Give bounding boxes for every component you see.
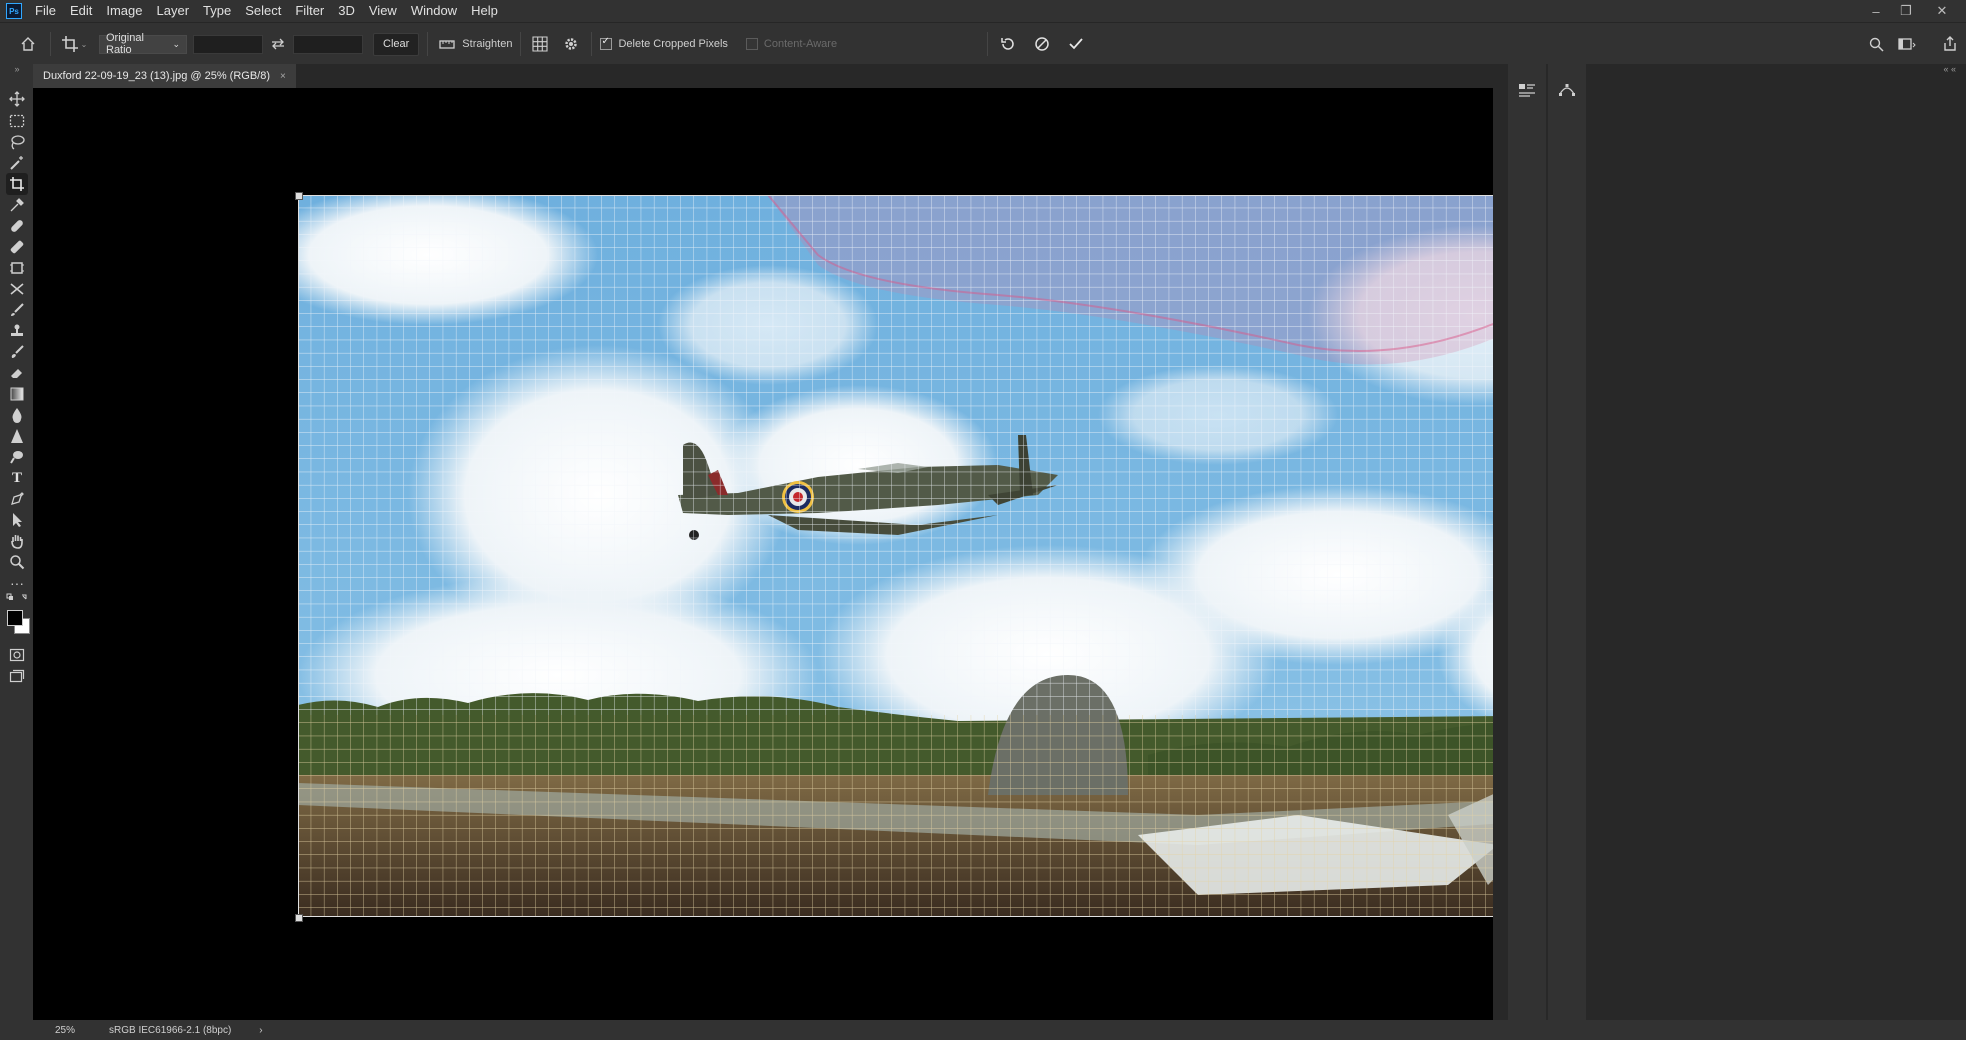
ratio-select-label: Original Ratio [106,32,144,56]
pen-tool-icon[interactable] [6,488,28,510]
ratio-select[interactable]: Original Ratio ⌄ [99,32,187,56]
quick-mask-icon[interactable] [6,644,28,666]
zoom-level[interactable]: 25% [55,1025,75,1036]
straighten-label[interactable]: Straighten [462,38,512,50]
divider [50,32,51,56]
frame-tool-icon[interactable] [6,257,28,279]
gear-icon[interactable] [559,36,583,52]
crop-handle-bottom-left[interactable] [295,914,303,922]
menu-edit[interactable]: Edit [63,0,99,22]
options-bar: ⌄ Original Ratio ⌄ Clear Straighten Dele… [0,22,1966,65]
status-bar: 25% sRGB IEC61966-2.1 (8bpc) › [0,1020,1966,1040]
delete-cropped-label[interactable]: Delete Cropped Pixels [618,38,727,50]
zoom-tool-icon[interactable] [6,551,28,573]
menu-select[interactable]: Select [238,0,288,22]
path-selection-tool-icon[interactable] [6,509,28,531]
healing-brush-tool-icon[interactable] [6,215,28,237]
color-swatches[interactable] [4,606,30,636]
crop-tool-icon[interactable] [6,173,28,195]
menu-window[interactable]: Window [404,0,464,22]
width-field[interactable] [193,34,263,54]
type-tool-icon[interactable]: T [6,467,28,489]
close-tab-icon[interactable]: × [280,71,286,82]
menu-bar: Ps File Edit Image Layer Type Select Fil… [0,0,1966,22]
collapse-toolbar-icon[interactable]: » [6,64,28,74]
paths-panel-icon[interactable] [1555,78,1579,102]
right-panel-dock: « « [1508,64,1966,1030]
workspace-icon[interactable] [1894,32,1920,56]
menu-file[interactable]: File [28,0,63,22]
dodge-tool-icon[interactable] [6,446,28,468]
divider [427,32,429,56]
panel-gutter [1493,64,1508,1030]
properties-panel-icon[interactable] [1515,78,1539,102]
screen-mode-icon[interactable] [6,665,28,687]
menu-filter[interactable]: Filter [288,0,331,22]
hand-tool-icon[interactable] [6,530,28,552]
menu-image[interactable]: Image [99,0,149,22]
default-colors-icon[interactable] [6,591,28,605]
panel-column-2 [1548,64,1586,1030]
minimize-icon[interactable]: – [1862,0,1890,22]
history-brush-tool-icon[interactable] [6,341,28,363]
divider [987,32,989,56]
foreground-color-swatch[interactable] [7,610,23,626]
tools-panel: » T ··· [0,64,33,1030]
canvas-area[interactable] [33,88,1493,1020]
color-profile: sRGB IEC61966-2.1 (8bpc) [109,1024,232,1036]
close-window-icon[interactable]: ✕ [1928,0,1956,22]
document-image[interactable] [298,195,1493,917]
search-icon[interactable] [1864,32,1888,56]
height-field[interactable] [293,34,363,54]
menu-view[interactable]: View [362,0,404,22]
home-icon[interactable] [14,36,42,52]
status-menu-arrow[interactable]: › [259,1025,262,1036]
eraser-tool-icon[interactable] [6,362,28,384]
divider [591,32,593,56]
content-aware-checkbox[interactable] [745,38,758,50]
sharpen-tool-icon[interactable] [6,425,28,447]
clear-button[interactable]: Clear [373,32,420,56]
document-tab-title: Duxford 22-09-19_23 (13).jpg @ 25% (RGB/… [43,70,270,82]
crop-tool-icon[interactable]: ⌄ [59,35,89,53]
check-icon[interactable] [1064,36,1088,52]
restore-icon[interactable]: ❐ [1892,0,1920,22]
magic-wand-tool-icon[interactable] [6,152,28,174]
delete-cropped-checkbox[interactable] [600,36,613,50]
crop-box[interactable] [298,195,1493,917]
blur-tool-icon[interactable] [6,404,28,426]
panel-column-1 [1508,64,1546,1030]
swap-icon[interactable] [269,38,287,50]
chevron-down-icon: ⌄ [172,38,180,49]
content-aware-move-tool-icon[interactable] [6,278,28,300]
photoshop-logo[interactable]: Ps [6,3,22,19]
menu-3d[interactable]: 3D [331,0,362,22]
document-tab[interactable]: Duxford 22-09-19_23 (13).jpg @ 25% (RGB/… [33,64,296,88]
reset-icon[interactable] [996,36,1020,52]
move-tool-icon[interactable] [6,88,28,110]
eyedropper-tool-icon[interactable] [6,194,28,216]
gradient-tool-icon[interactable] [6,383,28,405]
grid-overlay-icon[interactable] [529,36,551,52]
brush-tool-icon[interactable] [6,299,28,321]
divider [520,32,522,56]
clone-stamp-tool-icon[interactable] [6,320,28,342]
menu-type[interactable]: Type [196,0,238,22]
share-icon[interactable] [1938,32,1962,56]
crop-handle-top-left[interactable] [295,192,303,200]
menu-layer[interactable]: Layer [150,0,197,22]
patch-tool-icon[interactable] [6,236,28,258]
content-aware-label[interactable]: Content-Aware [764,38,837,50]
cancel-icon[interactable] [1030,36,1054,52]
menu-help[interactable]: Help [464,0,505,22]
document-tab-bar: Duxford 22-09-19_23 (13).jpg @ 25% (RGB/… [33,64,1493,88]
straighten-icon[interactable] [436,38,458,50]
lasso-tool-icon[interactable] [6,131,28,153]
marquee-tool-icon[interactable] [6,110,28,132]
